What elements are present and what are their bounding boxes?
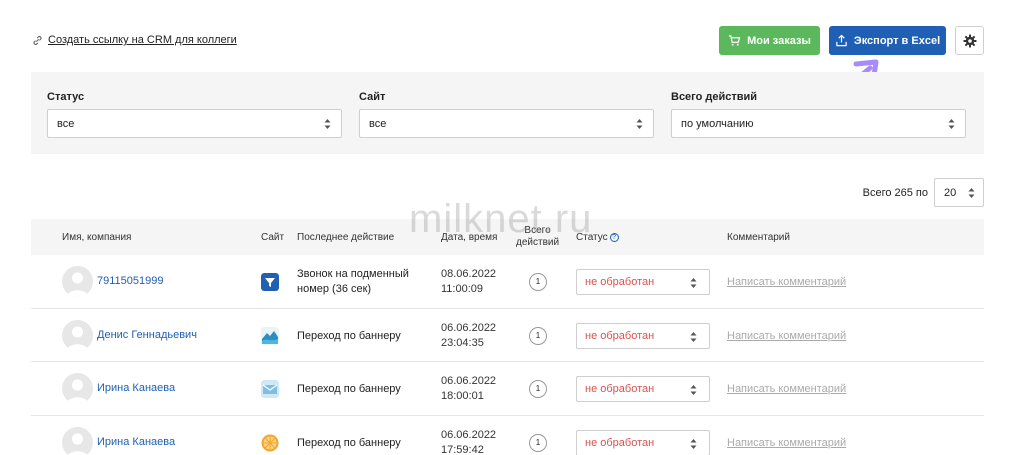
datetime: 06.06.2022 23:04:35: [441, 321, 496, 351]
lead-name-link[interactable]: 79115051999: [97, 275, 163, 287]
write-comment-link[interactable]: Написать комментарий: [727, 437, 846, 449]
status-select[interactable]: не обработан: [576, 269, 710, 295]
datetime: 06.06.2022 17:59:42: [441, 428, 496, 455]
watermark: milknet.ru: [409, 197, 593, 241]
status-select[interactable]: не обработан: [576, 322, 710, 349]
status-select[interactable]: не обработан: [576, 376, 710, 402]
user-placeholder-icon: [67, 272, 88, 297]
actions-count-badge: 1: [529, 326, 547, 345]
avatar: [62, 426, 93, 455]
lead-name-link[interactable]: Денис Геннадьевич: [97, 329, 197, 341]
actions-filter-select[interactable]: по умолчанию: [671, 109, 966, 138]
per-page-select[interactable]: 20: [934, 178, 984, 207]
datetime: 06.06.2022 18:00:01: [441, 374, 496, 404]
actions-filter: Всего действий по умолчанию: [671, 91, 966, 138]
avatar: [62, 373, 93, 404]
link-icon: [33, 35, 42, 45]
lead-name-link[interactable]: Ирина Канаева: [97, 382, 175, 394]
user-placeholder-icon: [67, 326, 88, 351]
last-action: Звонок на подменный номер (36 сек): [297, 268, 409, 295]
site-filter-value: все: [369, 117, 387, 130]
help-icon[interactable]: ?: [609, 232, 619, 242]
actions-filter-label: Всего действий: [671, 91, 758, 103]
last-action: Переход по баннеру: [297, 383, 401, 395]
status-filter: Статус все: [47, 91, 342, 138]
cart-icon: [729, 35, 741, 46]
export-excel-button[interactable]: Экспорт в Excel: [829, 26, 946, 55]
status-value: не обработан: [585, 383, 655, 395]
actions-filter-value: по умолчанию: [681, 117, 754, 130]
status-filter-value: все: [57, 117, 75, 130]
write-comment-link[interactable]: Написать комментарий: [727, 330, 846, 342]
site-filter-select[interactable]: все: [359, 109, 654, 138]
user-placeholder-icon: [67, 379, 88, 404]
datetime: 08.06.2022 11:00:09: [441, 267, 496, 297]
avatar: [62, 319, 93, 351]
export-excel-label: Экспорт в Excel: [853, 34, 941, 47]
last-action: Переход по баннеру: [297, 436, 401, 449]
updown-icon: [324, 119, 331, 129]
actions-count-badge: 1: [529, 273, 547, 291]
header-comment: Комментарий: [727, 232, 790, 243]
updown-icon: [948, 119, 955, 129]
per-page-value: 20: [944, 186, 957, 199]
status-filter-label: Статус: [47, 91, 85, 103]
time: 11:00:09: [441, 283, 484, 295]
updown-icon: [690, 385, 697, 395]
header-site: Сайт: [261, 232, 285, 243]
crm-link-label[interactable]: Создать ссылку на CRM для коллеги: [48, 34, 237, 46]
status-value: не обработан: [585, 436, 655, 449]
orange-site-icon: [261, 434, 279, 451]
updown-icon: [690, 278, 697, 288]
table-row: 79115051999 Звонок на подменный номер (3…: [31, 255, 984, 309]
header-last-action: Последнее действие: [297, 232, 395, 243]
updown-icon: [636, 119, 643, 129]
crm-link[interactable]: Создать ссылку на CRM для коллеги: [32, 34, 237, 46]
upload-icon: [836, 34, 847, 47]
date: 06.06.2022: [441, 428, 497, 441]
actions-count-badge: 1: [529, 433, 547, 452]
actions-count-badge: 1: [529, 380, 547, 398]
table-row: Денис Геннадьевич Переход по баннеру 06.…: [31, 309, 984, 362]
status-filter-select[interactable]: все: [47, 109, 342, 138]
funnel-site-icon: [261, 273, 279, 291]
date: 06.06.2022: [441, 321, 497, 334]
settings-button[interactable]: [955, 26, 984, 55]
last-action: Переход по баннеру: [297, 329, 401, 342]
my-orders-button[interactable]: Мои заказы: [719, 26, 820, 55]
time: 23:04:35: [441, 336, 484, 349]
header-name: Имя, компания: [62, 232, 132, 243]
user-placeholder-icon: [67, 433, 88, 455]
time: 17:59:42: [441, 443, 484, 455]
date: 06.06.2022: [441, 375, 497, 387]
total-count-label: Всего 265 по: [862, 186, 928, 199]
status-value: не обработан: [585, 276, 655, 288]
write-comment-link[interactable]: Написать комментарий: [727, 383, 846, 395]
updown-icon: [690, 438, 697, 449]
gear-icon: [963, 34, 976, 47]
time: 18:00:01: [441, 390, 484, 402]
site-filter-label: Сайт: [359, 91, 386, 103]
table-row: Ирина Канаева Переход по баннеру 06.06.2…: [31, 416, 984, 455]
my-orders-label: Мои заказы: [747, 34, 811, 47]
updown-icon: [690, 331, 697, 342]
status-select[interactable]: не обработан: [576, 429, 710, 455]
date: 08.06.2022: [441, 268, 497, 280]
filters-panel: Статус все Сайт все Всего действий по ум…: [31, 72, 984, 154]
status-value: не обработан: [585, 329, 655, 342]
wave-site-icon: [261, 326, 279, 345]
updown-icon: [968, 188, 975, 198]
site-filter: Сайт все: [359, 91, 654, 138]
leads-table: Имя, компания Сайт Последнее действие Да…: [31, 219, 984, 455]
table-row: Ирина Канаева Переход по баннеру 06.06.2…: [31, 362, 984, 416]
lead-name-link[interactable]: Ирина Канаева: [97, 436, 175, 448]
avatar: [62, 266, 93, 297]
envelope-site-icon: [261, 380, 279, 398]
pagination: Всего 265 по 20: [863, 178, 984, 207]
write-comment-link[interactable]: Написать комментарий: [727, 276, 846, 288]
